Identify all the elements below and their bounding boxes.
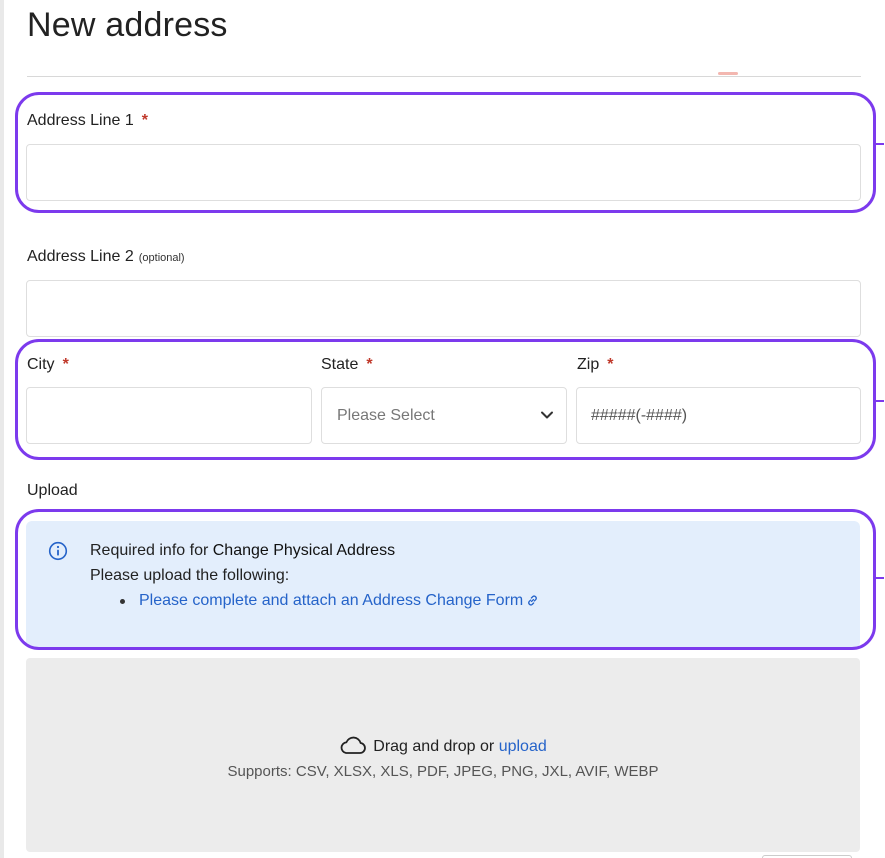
external-link-icon [528, 595, 538, 606]
address-line1-label: Address Line 1 * [27, 112, 148, 130]
info-heading: Required info for Change Physical Addres… [90, 542, 395, 560]
upload-label: Upload [27, 482, 78, 499]
optional-note: (optional) [138, 252, 185, 264]
city-label: City * [27, 356, 69, 374]
info-circle-icon [48, 541, 68, 561]
address-line1-label-text: Address Line 1 [27, 112, 134, 129]
page-title: New address [27, 6, 228, 44]
info-heading-prefix: Required info for [90, 542, 213, 559]
zip-label: Zip * [577, 356, 613, 374]
highlight-tail [876, 400, 884, 402]
address-line1-input[interactable] [26, 144, 861, 201]
city-input[interactable] [26, 387, 312, 444]
upload-info-alert: Required info for Change Physical Addres… [26, 521, 860, 648]
address-line2-label-text: Address Line 2 [27, 248, 134, 265]
required-asterisk: * [607, 356, 614, 373]
address-change-form-link[interactable]: Please complete and attach an Address Ch… [139, 592, 539, 610]
chevron-down-icon [541, 411, 553, 419]
city-label-text: City [27, 356, 55, 373]
state-select[interactable]: Please Select [321, 387, 567, 444]
zip-label-text: Zip [577, 356, 600, 373]
info-heading-strong: Change Physical Address [212, 542, 396, 559]
info-instructions: Please upload the following: [90, 567, 290, 584]
title-divider [27, 76, 861, 77]
cloud-icon [340, 736, 367, 754]
dropzone-prompt: Drag and drop or upload [26, 735, 860, 756]
address-change-form-link-text: Please complete and attach an Address Ch… [139, 592, 524, 609]
supported-formats: Supports: CSV, XLSX, XLS, PDF, JPEG, PNG… [227, 763, 659, 780]
dropzone-text: Drag and drop or [373, 738, 495, 755]
address-line2-input[interactable] [26, 280, 861, 337]
highlight-tail [876, 143, 884, 145]
zip-input[interactable] [576, 387, 861, 444]
file-dropzone[interactable]: Drag and drop or upload Supports: CSV, X… [26, 658, 860, 852]
state-select-value: Please Select [337, 407, 435, 424]
required-asterisk: * [62, 356, 69, 373]
highlight-tail [876, 577, 884, 579]
required-asterisk: * [366, 356, 373, 373]
window-left-edge [0, 0, 4, 858]
decorative-mark [718, 72, 738, 75]
list-bullet [120, 599, 125, 604]
state-label: State * [321, 356, 373, 374]
state-label-text: State [321, 356, 359, 373]
upload-link[interactable]: upload [499, 738, 547, 755]
required-asterisk: * [141, 112, 148, 129]
address-line2-label: Address Line 2 (optional) [27, 248, 185, 266]
